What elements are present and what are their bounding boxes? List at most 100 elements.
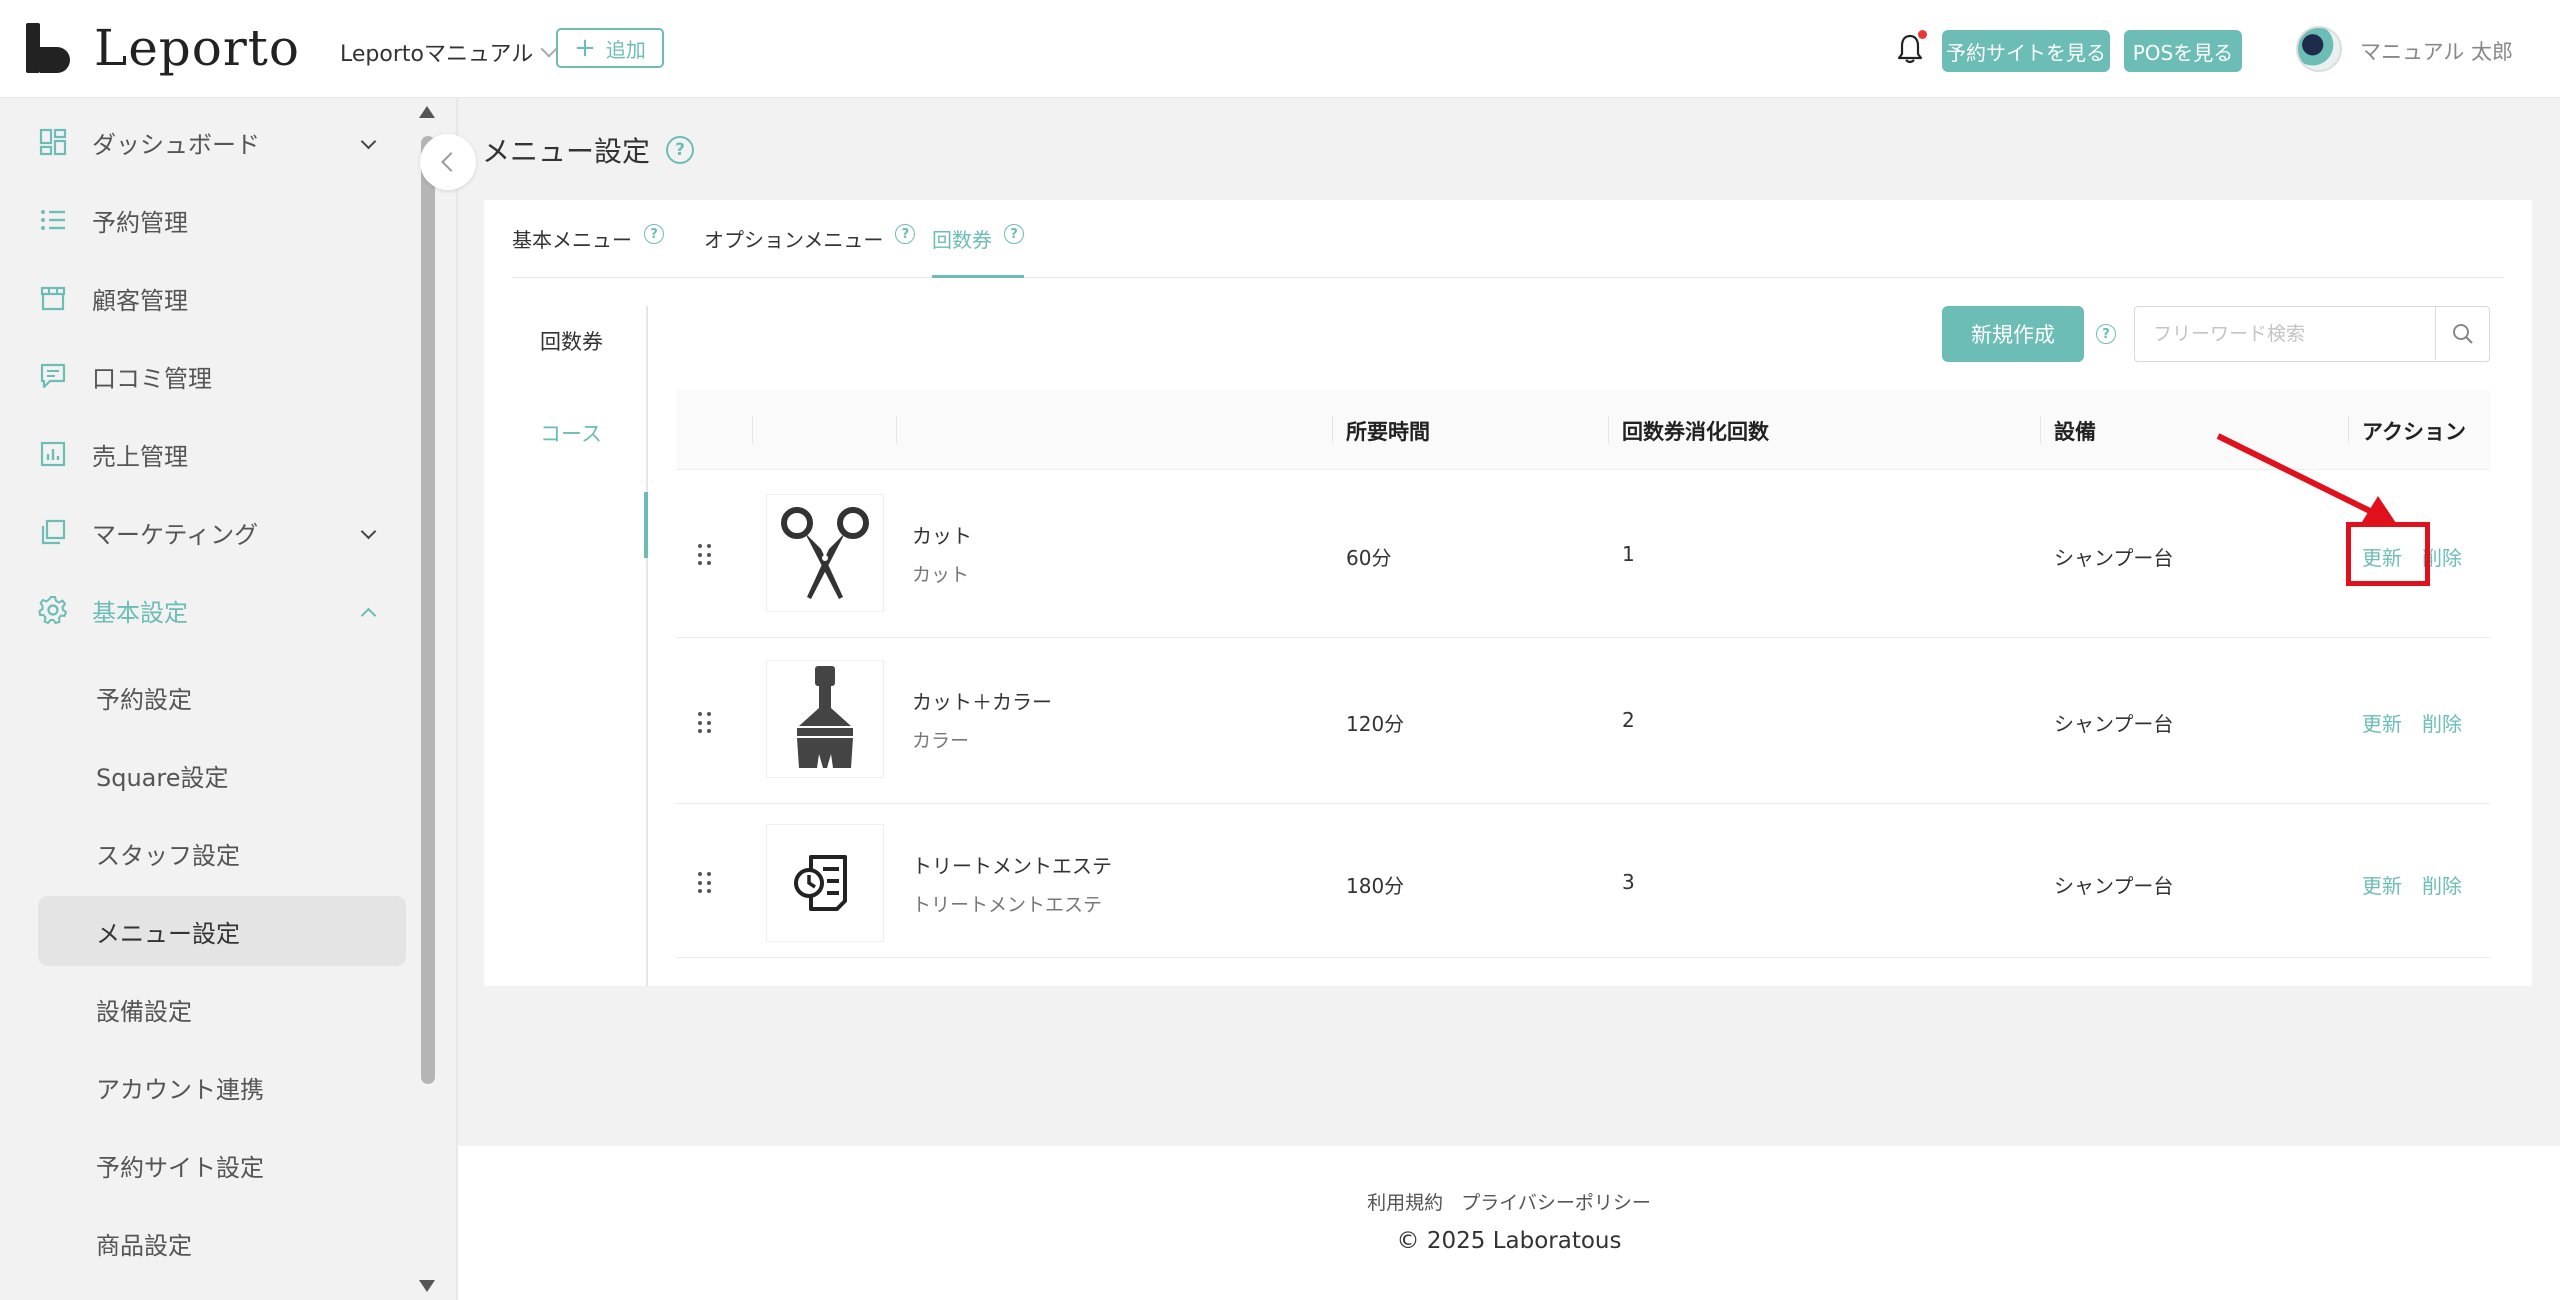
copyright-icon: © bbox=[1396, 1228, 1420, 1254]
add-store-button[interactable]: + 追加 bbox=[556, 28, 664, 68]
view-pos-button[interactable]: POSを見る bbox=[2124, 30, 2242, 72]
terms-link[interactable]: 利用規約 bbox=[1367, 1192, 1443, 1214]
delete-link[interactable]: 削除 bbox=[2422, 708, 2462, 737]
store-name: Leportoマニュアル bbox=[340, 42, 534, 67]
menu-tabs: 基本メニュー ? オプションメニュー ? 回数券 ? bbox=[512, 200, 2504, 278]
chevron-down-icon bbox=[360, 133, 377, 150]
main-divider bbox=[456, 98, 458, 1300]
sub-item-staff-settings[interactable]: スタッフ設定 bbox=[38, 818, 406, 888]
notification-dot bbox=[1918, 30, 1927, 39]
header-count: 回数券消化回数 bbox=[1622, 420, 1769, 444]
sidebar-item-sales[interactable]: 売上管理 bbox=[38, 424, 378, 484]
sub-item-menu-settings[interactable]: メニュー設定 bbox=[38, 896, 406, 966]
course-name: トリートメントエステ bbox=[912, 854, 1112, 878]
top-header: Leporto Leportoマニュアル + 追加 予約サイトを見る POSを見… bbox=[0, 0, 2560, 98]
tab-label: 基本メニュー bbox=[512, 228, 632, 252]
schedule-doc-icon bbox=[766, 824, 884, 942]
help-icon[interactable]: ? bbox=[644, 224, 664, 244]
table-row: カット カット 60分 1 シャンプー台 更新 削除 bbox=[676, 470, 2490, 638]
logo[interactable]: Leporto bbox=[26, 19, 300, 77]
footer-links: 利用規約 プライバシーポリシー bbox=[458, 1188, 2560, 1215]
sub-item-product-settings[interactable]: 商品設定 bbox=[38, 1208, 406, 1278]
update-link[interactable]: 更新 bbox=[2362, 870, 2402, 899]
sidebar-item-reservations[interactable]: 予約管理 bbox=[38, 190, 378, 250]
comment-icon bbox=[38, 361, 68, 391]
logo-mark bbox=[26, 23, 76, 73]
sidebar-item-label: 基本設定 bbox=[92, 598, 188, 627]
user-name[interactable]: マニュアル 太郎 bbox=[2360, 36, 2513, 66]
sidebar-item-label: 顧客管理 bbox=[92, 286, 188, 315]
search-box bbox=[2134, 306, 2490, 362]
privacy-link[interactable]: プライバシーポリシー bbox=[1461, 1192, 1651, 1214]
table-header: 所要時間 回数券消化回数 設備 アクション bbox=[676, 390, 2490, 470]
plus-icon: + bbox=[574, 33, 596, 63]
table-row: トリートメントエステ トリートメントエステ 180分 3 シャンプー台 更新 削… bbox=[676, 804, 2490, 958]
help-icon[interactable]: ? bbox=[1004, 224, 1024, 244]
header-duration: 所要時間 bbox=[1346, 420, 1430, 444]
header-action: アクション bbox=[2362, 420, 2466, 444]
sidebar-item-dashboard[interactable]: ダッシュボード bbox=[38, 112, 378, 172]
scroll-down-arrow[interactable] bbox=[419, 1280, 435, 1292]
update-link[interactable]: 更新 bbox=[2362, 708, 2402, 737]
sidebar-item-customers[interactable]: 顧客管理 bbox=[38, 268, 378, 328]
help-icon[interactable]: ? bbox=[895, 224, 916, 244]
side-tab-indicator bbox=[644, 492, 648, 558]
tab-basic-menu[interactable]: 基本メニュー ? bbox=[512, 224, 664, 278]
scroll-up-arrow[interactable] bbox=[419, 106, 435, 118]
search-input[interactable] bbox=[2135, 307, 2435, 360]
sub-item-equipment-settings[interactable]: 設備設定 bbox=[38, 974, 406, 1044]
side-tab-coupon[interactable]: 回数券 bbox=[540, 326, 603, 356]
menu-settings-card: 基本メニュー ? オプションメニュー ? 回数券 ? 回数券 コース 新規作成 … bbox=[484, 200, 2532, 986]
scissors-icon bbox=[766, 494, 884, 612]
new-create-button[interactable]: 新規作成 bbox=[1942, 306, 2084, 362]
course-category: カット bbox=[912, 564, 970, 586]
sidebar-item-label: 口コミ管理 bbox=[92, 364, 212, 393]
table-row: カット＋カラー カラー 120分 2 シャンプー台 更新 削除 bbox=[676, 638, 2490, 804]
copyright: © 2025 Laboratous bbox=[458, 1228, 2560, 1254]
course-duration: 120分 bbox=[1346, 712, 1405, 736]
course-count: 1 bbox=[1622, 542, 1635, 566]
tab-label: オプションメニュー bbox=[704, 228, 884, 252]
sidebar-item-label: 予約管理 bbox=[92, 208, 188, 237]
help-icon[interactable]: ? bbox=[2096, 324, 2116, 344]
layers-icon bbox=[38, 517, 68, 547]
search-button[interactable] bbox=[2435, 307, 2489, 360]
chevron-left-icon bbox=[441, 152, 461, 172]
drag-handle-icon[interactable] bbox=[698, 712, 712, 734]
header-equipment: 設備 bbox=[2054, 420, 2096, 444]
drag-handle-icon[interactable] bbox=[698, 872, 712, 894]
copyright-text: 2025 Laboratous bbox=[1426, 1228, 1622, 1254]
side-tab-course[interactable]: コース bbox=[540, 418, 602, 448]
header-separator bbox=[2348, 416, 2349, 444]
store-select[interactable]: Leportoマニュアル bbox=[340, 36, 558, 68]
course-duration: 180分 bbox=[1346, 874, 1405, 898]
chevron-down-icon bbox=[360, 523, 377, 540]
course-count: 2 bbox=[1622, 708, 1635, 732]
sub-item-account-link[interactable]: アカウント連携 bbox=[38, 1052, 406, 1122]
sidebar-item-reviews[interactable]: 口コミ管理 bbox=[38, 346, 378, 406]
sidebar-item-basic-settings[interactable]: 基本設定 bbox=[38, 580, 378, 640]
header-separator bbox=[896, 416, 897, 444]
tab-option-menu[interactable]: オプションメニュー ? bbox=[704, 224, 916, 278]
chevron-up-icon bbox=[360, 607, 377, 624]
avatar[interactable] bbox=[2296, 26, 2342, 72]
header-separator bbox=[752, 416, 753, 444]
view-booking-site-button[interactable]: 予約サイトを見る bbox=[1942, 30, 2110, 72]
side-tabs: 回数券 コース bbox=[484, 306, 648, 986]
tab-label: 回数券 bbox=[932, 228, 992, 252]
delete-link[interactable]: 削除 bbox=[2422, 870, 2462, 899]
sidebar: ダッシュボード 予約管理 顧客管理 口コミ管理 売上管理 マーケティング 基本設… bbox=[0, 98, 416, 1300]
drag-handle-icon[interactable] bbox=[698, 544, 712, 566]
help-icon[interactable]: ? bbox=[666, 136, 695, 164]
scroll-thumb[interactable] bbox=[421, 136, 435, 1084]
course-category: トリートメントエステ bbox=[912, 894, 1103, 916]
sub-item-booking-site-settings[interactable]: 予約サイト設定 bbox=[38, 1130, 406, 1200]
tab-coupon[interactable]: 回数券 ? bbox=[932, 224, 1024, 278]
course-equipment: シャンプー台 bbox=[2054, 546, 2174, 570]
sub-item-reservation-settings[interactable]: 予約設定 bbox=[38, 662, 406, 732]
sub-item-square-settings[interactable]: Square設定 bbox=[38, 740, 406, 810]
sidebar-collapse-button[interactable] bbox=[420, 134, 476, 190]
course-category: カラー bbox=[912, 730, 970, 752]
sidebar-item-marketing[interactable]: マーケティング bbox=[38, 502, 378, 562]
logo-text: Leporto bbox=[94, 19, 300, 77]
